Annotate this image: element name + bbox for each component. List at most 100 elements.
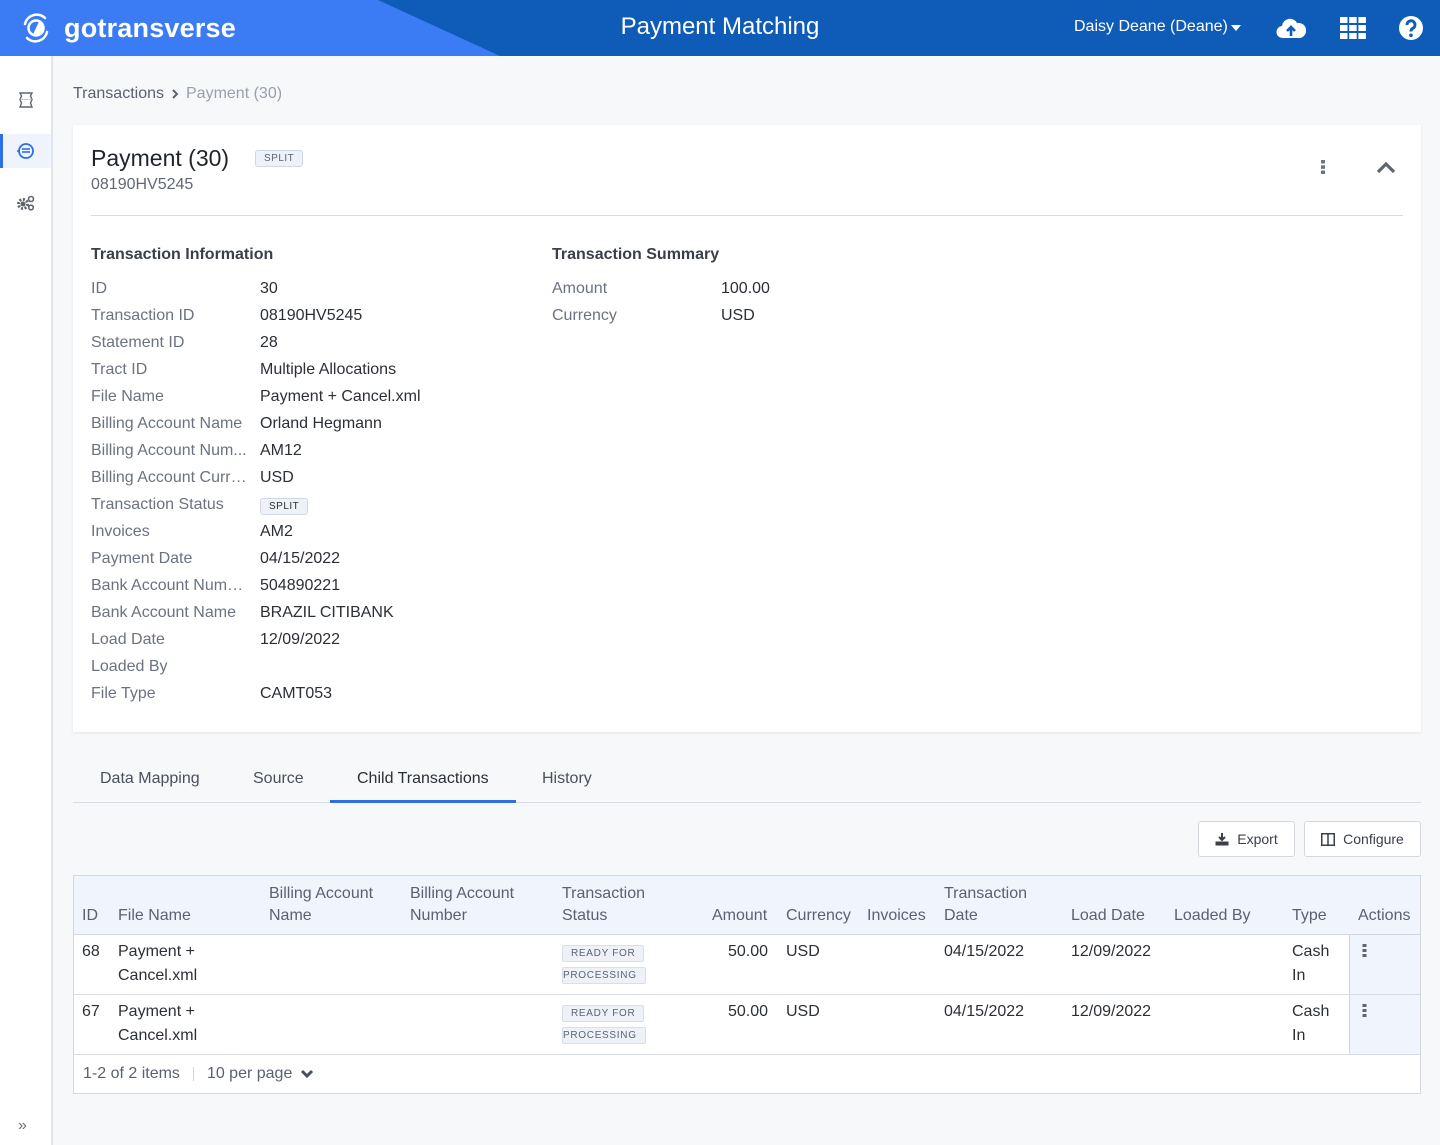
header-line: Date <box>944 907 978 924</box>
configure-button[interactable]: Configure <box>1304 821 1421 857</box>
column-header-load-date[interactable]: Load Date <box>1071 905 1145 927</box>
field-label: Transaction ID <box>91 307 195 324</box>
info-field-row: ID 30 <box>91 280 511 300</box>
card-more-menu-button[interactable] <box>1313 159 1333 179</box>
export-label: Export <box>1237 831 1278 847</box>
tab-data-mapping[interactable]: Data Mapping <box>100 770 200 788</box>
cell-currency: USD <box>786 1003 820 1020</box>
field-label: File Name <box>91 388 164 405</box>
breadcrumb: Transactions Payment (30) <box>73 85 282 103</box>
column-header-amount[interactable]: Amount <box>712 905 767 927</box>
collapse-card-button[interactable] <box>1376 161 1400 181</box>
info-field-row: File Type CAMT053 <box>91 685 511 705</box>
user-name: Daisy Deane (Deane) <box>1074 18 1228 35</box>
field-value: CAMT053 <box>260 685 333 702</box>
summary-field-row: Currency USD <box>552 307 852 327</box>
info-field-row: Tract ID Multiple Allocations <box>91 361 511 381</box>
breadcrumb-transactions-link[interactable]: Transactions <box>73 85 164 103</box>
columns-icon <box>1321 832 1336 846</box>
tab-source[interactable]: Source <box>253 770 304 788</box>
sidebar-item-transactions[interactable] <box>0 83 51 117</box>
status-badge: READY FOR <box>562 1005 645 1022</box>
transaction-detail-card: Payment (30) SPLIT 08190HV5245 Transacti… <box>73 125 1421 732</box>
info-field-row: Payment Date 04/15/2022 <box>91 550 511 570</box>
column-header-id[interactable]: ID <box>82 905 98 927</box>
column-header-loaded-by[interactable]: Loaded By <box>1174 905 1251 927</box>
status-badge: SPLIT <box>255 150 304 167</box>
sidebar-item-settings[interactable] <box>0 186 51 220</box>
tab-child-transactions[interactable]: Child Transactions <box>357 770 489 788</box>
column-header-transaction-date[interactable]: Transaction Date <box>944 883 1027 927</box>
sidebar-expand-button[interactable]: » <box>18 1117 27 1135</box>
cell-transaction-date: 04/15/2022 <box>944 1003 1025 1020</box>
column-header-currency[interactable]: Currency <box>786 905 851 927</box>
caret-down-icon <box>1230 25 1241 31</box>
sidebar-item-payment-matching[interactable] <box>0 134 51 168</box>
field-value: 30 <box>260 280 278 297</box>
field-value: 504890221 <box>260 577 341 594</box>
header-line: Status <box>562 907 608 924</box>
field-value: USD <box>721 307 755 324</box>
field-label: Invoices <box>91 523 150 540</box>
kebab-menu-icon <box>1321 160 1325 174</box>
export-button[interactable]: Export <box>1198 821 1295 857</box>
configure-label: Configure <box>1343 831 1404 847</box>
transaction-summary-heading: Transaction Summary <box>552 246 720 263</box>
info-field-row: Transaction Status SPLIT <box>91 496 511 516</box>
apps-grid-button[interactable] <box>1338 14 1368 42</box>
per-page-value: 10 per page <box>206 1064 293 1082</box>
help-icon <box>1399 16 1423 40</box>
info-field-row: Bank Account Number 504890221 <box>91 577 511 597</box>
help-button[interactable] <box>1396 14 1426 42</box>
pagination-range: 1-2 of 2 items <box>83 1064 180 1082</box>
column-header-billing-account-number[interactable]: Billing Account Number <box>410 883 514 927</box>
column-header-billing-account-name[interactable]: Billing Account Name <box>269 883 373 927</box>
field-label: Billing Account Curre... <box>91 469 249 486</box>
cell-file-name: Payment + <box>118 1003 195 1020</box>
column-header-file-name[interactable]: File Name <box>118 905 191 927</box>
table-pagination: 1-2 of 2 items 10 per page <box>74 1054 1420 1093</box>
apps-grid-icon <box>1340 17 1366 39</box>
field-value: USD <box>260 469 294 486</box>
table-header: ID File Name Billing Account Name Billin… <box>74 876 1420 935</box>
status-badge-line: READY FOR <box>562 1005 645 1022</box>
field-value: 100.00 <box>721 280 770 297</box>
info-field-row: Bank Account Name BRAZIL CITIBANK <box>91 604 511 624</box>
field-value: Multiple Allocations <box>260 361 397 378</box>
per-page-select[interactable]: 10 per page <box>207 1065 314 1083</box>
field-value: Orland Hegmann <box>260 415 382 432</box>
info-field-row: Load Date 12/09/2022 <box>91 631 511 651</box>
header-line: Billing Account <box>269 885 374 902</box>
chevron-up-icon <box>1376 161 1396 174</box>
status-badge-line: PROCESSING <box>562 1027 646 1044</box>
user-menu[interactable]: Daisy Deane (Deane) <box>1074 18 1241 36</box>
download-icon <box>1215 833 1229 846</box>
transaction-information-heading: Transaction Information <box>91 246 274 263</box>
child-transactions-table: ID File Name Billing Account Name Billin… <box>73 875 1421 1094</box>
field-value: AM2 <box>260 523 293 540</box>
cloud-upload-button[interactable] <box>1276 14 1306 42</box>
field-label: File Type <box>91 685 156 702</box>
info-field-row: File Name Payment + Cancel.xml <box>91 388 511 408</box>
table-row[interactable]: 68 Payment + Cancel.xml 50.00 USD 04/15/2022 1… <box>74 935 1420 995</box>
cell-amount: 50.00 <box>727 1003 768 1020</box>
cell-load-date: 12/09/2022 <box>1071 1003 1152 1020</box>
status-badge-line: READY FOR <box>562 945 645 962</box>
chevron-down-icon <box>301 1069 314 1078</box>
divider <box>91 215 1403 216</box>
field-label: Bank Account Name <box>91 604 236 621</box>
cell-id: 67 <box>82 1003 100 1020</box>
column-header-type[interactable]: Type <box>1292 905 1327 927</box>
field-label: Bank Account Number <box>91 577 249 594</box>
field-label: Transaction Status <box>91 496 224 513</box>
summary-field-row: Amount 100.00 <box>552 280 852 300</box>
column-header-transaction-status[interactable]: Transaction Status <box>562 883 645 927</box>
column-header-invoices[interactable]: Invoices <box>867 905 926 927</box>
breadcrumb-current: Payment (30) <box>186 85 283 102</box>
status-badge: PROCESSING <box>562 967 646 984</box>
cell-type: Cash <box>1292 1003 1330 1020</box>
field-value: BRAZIL CITIBANK <box>260 604 394 621</box>
tab-history[interactable]: History <box>542 770 592 788</box>
table-row[interactable]: 67 Payment + Cancel.xml 50.00 USD 04/15/2022 1… <box>74 995 1420 1055</box>
field-label: Loaded By <box>91 658 168 675</box>
